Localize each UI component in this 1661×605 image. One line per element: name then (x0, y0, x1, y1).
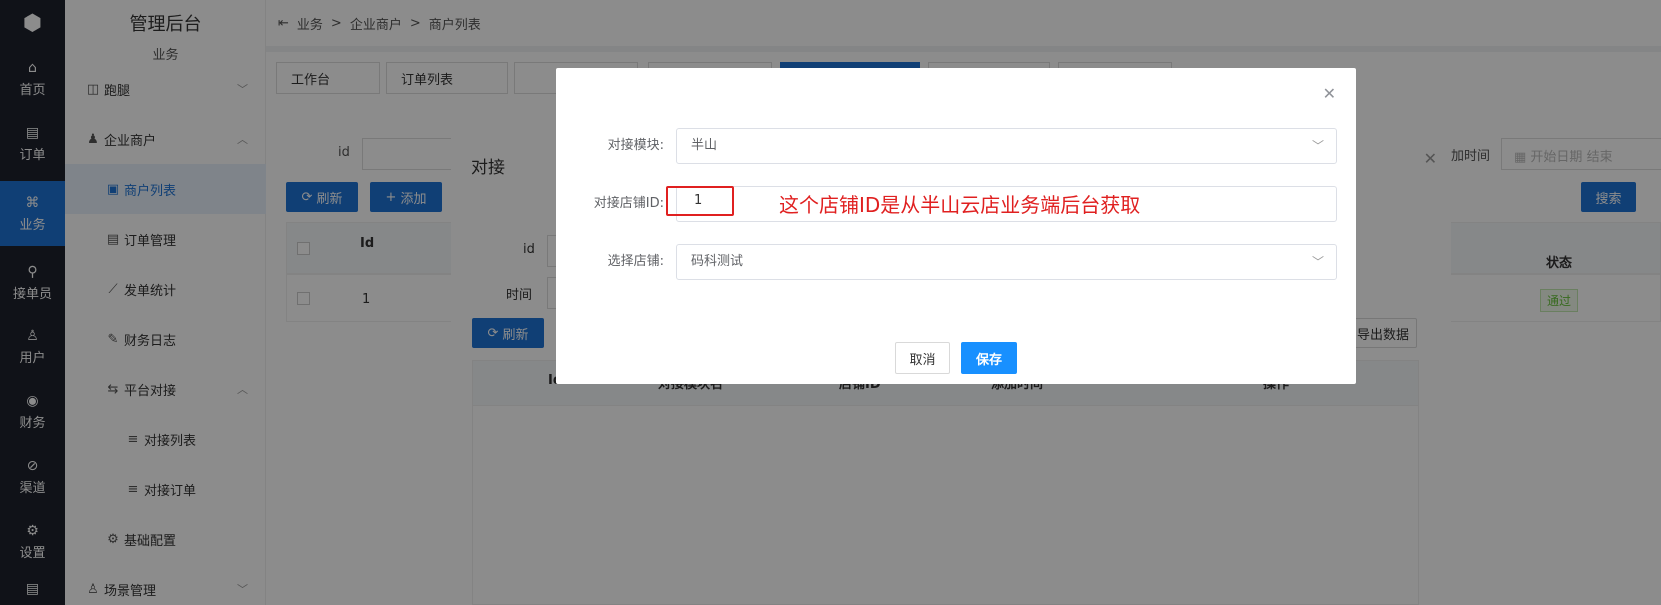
close-icon[interactable]: ✕ (1323, 84, 1336, 103)
module-row: 对接模块: 半山 ﹀ (556, 128, 1356, 164)
shop-select[interactable]: 码科测试 ﹀ (676, 244, 1337, 280)
shop-id-label: 对接店铺ID: (593, 196, 664, 211)
shop-label: 选择店铺: (607, 254, 664, 269)
shop-select-value: 码科测试 (691, 254, 744, 269)
module-select[interactable]: 半山 ﹀ (676, 128, 1337, 164)
shop-row: 选择店铺: 码科测试 ﹀ (556, 244, 1356, 280)
shop-id-input[interactable]: 1 (666, 186, 734, 216)
annotation-text: 这个店铺ID是从半山云店业务端后台获取 (779, 193, 1141, 217)
cancel-button[interactable]: 取消 (895, 342, 950, 374)
module-label: 对接模块: (607, 138, 664, 153)
module-select-value: 半山 (691, 138, 718, 153)
shop-id-row: 对接店铺ID: 1 这个店铺ID是从半山云店业务端后台获取 (556, 186, 1356, 222)
save-button[interactable]: 保存 (961, 342, 1017, 374)
dock-edit-dialog: ✕ 对接模块: 半山 ﹀ 对接店铺ID: 1 这个店铺ID是从半山云店业务端后台获… (556, 68, 1356, 384)
chevron-down-icon: ﹀ (1311, 255, 1324, 269)
chevron-down-icon: ﹀ (1311, 139, 1324, 153)
